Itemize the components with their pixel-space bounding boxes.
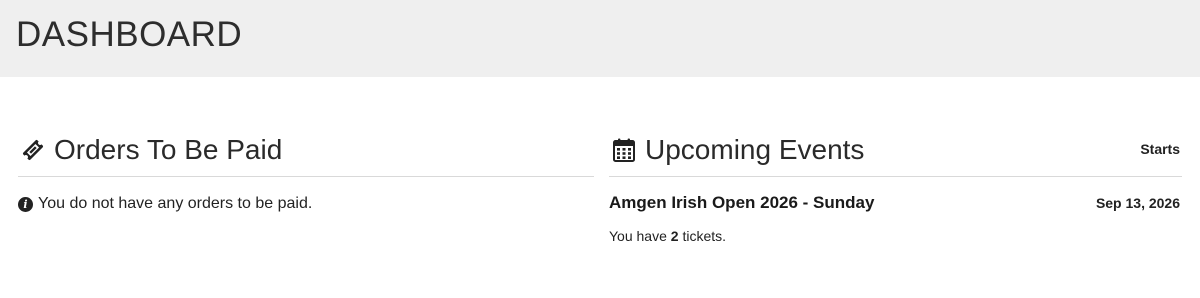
tickets-count: 2 [670, 228, 679, 244]
events-panel-header: Upcoming Events Starts [609, 130, 1182, 177]
event-ticket-count: You have 2 tickets. [609, 228, 726, 244]
page-title: DASHBOARD [16, 15, 243, 54]
events-panel-title: Upcoming Events [645, 134, 865, 165]
tickets-prefix: You have [609, 228, 671, 244]
orders-panel: Orders To Be Paid i You do not have any … [18, 130, 594, 212]
calendar-icon [609, 135, 639, 165]
orders-panel-header: Orders To Be Paid [18, 130, 594, 177]
orders-empty-message: i You do not have any orders to be paid. [18, 195, 312, 213]
events-panel: Upcoming Events Starts Amgen Irish Open … [609, 130, 1182, 244]
page-header: DASHBOARD [0, 0, 1200, 77]
event-name-link[interactable]: Amgen Irish Open 2026 - Sunday [609, 193, 874, 213]
orders-panel-title: Orders To Be Paid [54, 134, 283, 165]
starts-column-header: Starts [1140, 141, 1180, 157]
ticket-icon [18, 135, 48, 165]
tickets-suffix: tickets. [678, 228, 727, 244]
event-start-date: Sep 13, 2026 [1095, 195, 1180, 211]
orders-empty-text: You do not have any orders to be paid. [38, 195, 313, 212]
info-icon: i [18, 196, 33, 212]
